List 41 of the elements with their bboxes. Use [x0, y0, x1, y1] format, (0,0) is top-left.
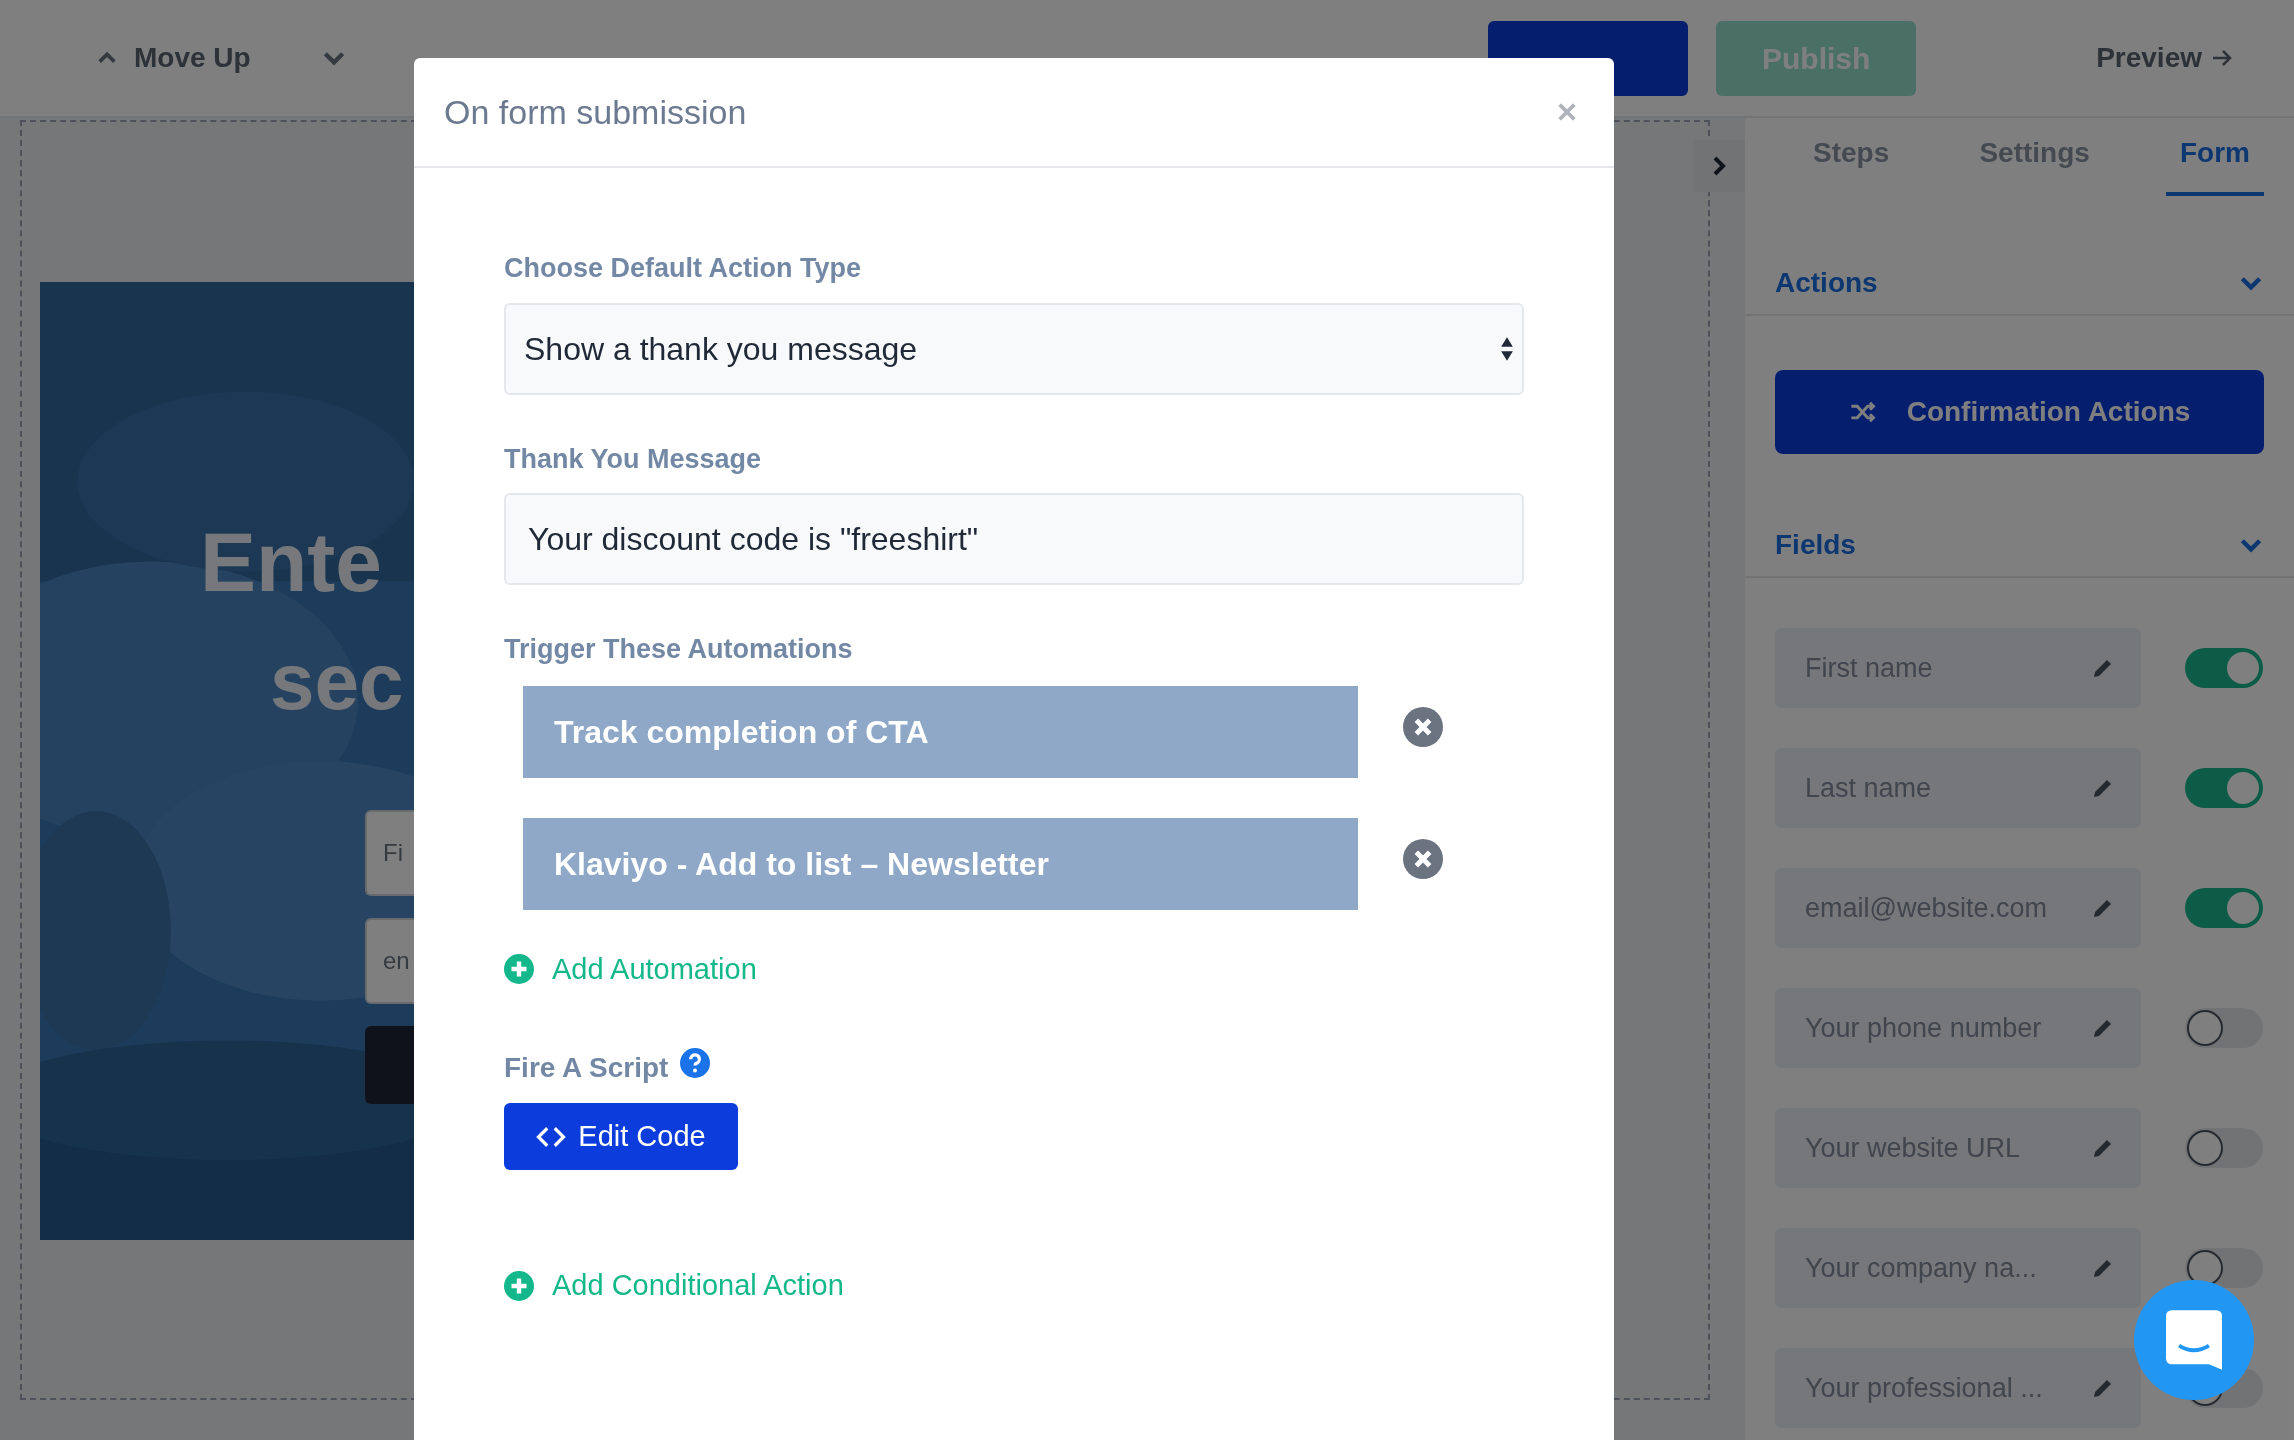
section-header[interactable]: Fields — [1745, 514, 2294, 578]
confirmation-actions-button[interactable]: Confirmation Actions — [1775, 370, 2264, 454]
field-label: Choose Default Action Type — [504, 252, 863, 285]
toggle-switch[interactable] — [2185, 1248, 2263, 1288]
headline: sec — [270, 636, 404, 728]
automation-tag: Track completion of CTA — [523, 685, 1358, 778]
panel-tab[interactable]: Settings — [1965, 132, 2104, 196]
toggle-switch[interactable] — [2185, 768, 2263, 808]
edit-code-button[interactable]: Edit Code — [504, 1103, 738, 1170]
help-icon[interactable] — [680, 1048, 711, 1078]
automation-tag: Klaviyo - Add to list – Newsletter — [523, 817, 1358, 910]
chat-icon — [2166, 1310, 2222, 1370]
plus-circle-icon — [504, 954, 534, 985]
collapse-button[interactable] — [1693, 140, 1745, 192]
field-label: Thank You Message — [504, 442, 763, 476]
field-label: Fire A Script — [504, 1051, 669, 1085]
toggle-switch[interactable] — [2185, 648, 2263, 688]
form-input[interactable]: Fi — [365, 810, 414, 896]
remove-icon[interactable] — [1403, 838, 1443, 879]
toolbar-button[interactable]: Move Up — [96, 37, 251, 79]
preview-link[interactable]: Preview — [2096, 37, 2234, 79]
remove-icon[interactable] — [1403, 706, 1443, 747]
toggle-switch[interactable] — [2185, 888, 2263, 928]
action-type-select[interactable]: Show a thank you message — [504, 302, 1524, 395]
section-title: Fields — [1775, 528, 1856, 562]
toggle-switch[interactable] — [2185, 1008, 2263, 1048]
add-automation-link[interactable]: Add Automation — [504, 947, 757, 991]
form-input[interactable]: en — [365, 918, 414, 1004]
modal-title: On form submission — [444, 91, 747, 133]
field-label: Trigger These Automations — [504, 633, 854, 666]
select-value: Show a thank you message — [524, 329, 918, 369]
close-icon[interactable] — [1556, 101, 1578, 123]
panel-tab[interactable]: Form — [2166, 132, 2264, 196]
panel-tab[interactable]: Steps — [1799, 132, 1904, 196]
section-header[interactable]: Actions — [1745, 252, 2294, 316]
add-conditional-action-link[interactable]: Add Conditional Action — [504, 1264, 844, 1308]
plus-circle-icon — [504, 1270, 534, 1301]
headline: Ente — [200, 514, 383, 611]
toggle-switch[interactable] — [2185, 1128, 2263, 1168]
section-title: Actions — [1775, 266, 1878, 300]
thank-you-input[interactable]: Your discount code is "freeshirt" — [504, 493, 1524, 585]
